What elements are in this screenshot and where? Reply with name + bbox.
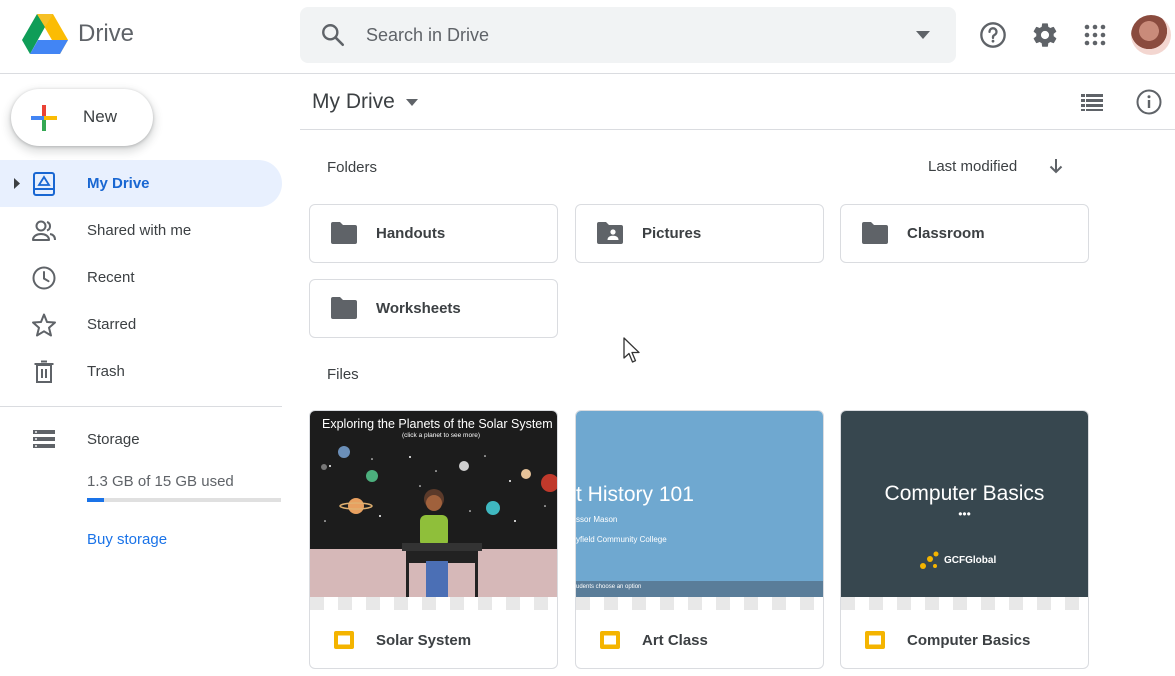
sidebar-item-trash[interactable]: Trash — [0, 348, 282, 395]
thumbnail-edge — [310, 597, 557, 610]
folder-card[interactable]: Classroom — [840, 204, 1089, 263]
main-divider — [300, 129, 1175, 130]
gcfglobal-logo-icon — [920, 551, 939, 569]
page-title[interactable]: My Drive — [312, 90, 395, 114]
thumbnail-edge — [841, 597, 1088, 610]
storage-used-text: 1.3 GB of 15 GB used — [87, 473, 234, 490]
drive-logo-icon[interactable] — [22, 14, 68, 54]
app-header: Drive — [0, 0, 1175, 74]
file-thumbnail: Exploring the Planets of the Solar Syste… — [310, 411, 557, 597]
sidebar-item-shared[interactable]: Shared with me — [0, 207, 282, 254]
sidebar-item-label: Starred — [87, 316, 137, 333]
folder-name: Classroom — [907, 225, 985, 242]
sort-direction-icon[interactable] — [1046, 156, 1066, 176]
sidebar-item-recent[interactable]: Recent — [0, 254, 282, 301]
folder-name: Worksheets — [376, 300, 461, 317]
folder-card[interactable]: Handouts — [309, 204, 558, 263]
thumbnail-line: yfield Community College — [576, 535, 667, 544]
chevron-down-icon[interactable] — [406, 99, 418, 106]
thumbnail-dots: ••• — [958, 507, 971, 521]
new-button[interactable]: New — [11, 89, 153, 146]
help-button[interactable] — [973, 15, 1013, 55]
sort-label[interactable]: Last modified — [928, 158, 1017, 175]
slides-icon — [865, 631, 885, 649]
thumbnail-logo-text: GCFGlobal — [944, 555, 997, 566]
slides-icon — [600, 631, 620, 649]
thumbnail-edge — [576, 597, 823, 610]
file-thumbnail: t History 101 ssor Mason yfield Communit… — [576, 411, 823, 597]
file-name: Art Class — [642, 632, 708, 649]
storage-progress-fill — [87, 498, 104, 502]
search-input[interactable] — [366, 21, 886, 49]
sidebar-item-label: My Drive — [87, 175, 150, 192]
expand-caret-icon[interactable] — [13, 178, 21, 189]
folder-name: Pictures — [642, 225, 702, 242]
star-icon — [32, 313, 56, 337]
search-options-icon[interactable] — [916, 31, 930, 39]
folder-icon — [331, 297, 357, 319]
file-card[interactable]: t History 101 ssor Mason yfield Communit… — [575, 410, 824, 669]
list-view-icon[interactable] — [1078, 88, 1106, 116]
folders-section-label: Folders — [327, 159, 378, 176]
app-name[interactable]: Drive — [78, 20, 134, 48]
sidebar-item-label: Trash — [87, 363, 125, 380]
search-icon[interactable] — [320, 22, 346, 48]
slides-icon — [334, 631, 354, 649]
folder-name: Handouts — [376, 225, 446, 242]
solar-system-illustration — [310, 446, 557, 597]
my-drive-icon — [33, 172, 55, 196]
plus-icon — [31, 105, 57, 131]
mouse-cursor-icon — [623, 337, 640, 363]
thumbnail-title: t History 101 — [576, 483, 694, 506]
shared-icon — [32, 220, 56, 241]
new-button-label: New — [83, 107, 118, 126]
sidebar-item-my-drive[interactable]: My Drive — [0, 160, 282, 207]
avatar[interactable] — [1131, 15, 1171, 55]
thumbnail-title: Computer Basics — [884, 482, 1045, 505]
folder-card[interactable]: Pictures — [575, 204, 824, 263]
info-icon[interactable] — [1134, 87, 1164, 117]
sidebar-item-starred[interactable]: Starred — [0, 301, 282, 348]
sidebar-item-label: Shared with me — [87, 222, 192, 239]
file-card[interactable]: Exploring the Planets of the Solar Syste… — [309, 410, 558, 669]
search-bar[interactable] — [300, 7, 956, 63]
folder-icon — [331, 222, 357, 244]
buy-storage-link[interactable]: Buy storage — [87, 531, 167, 548]
file-thumbnail: Computer Basics ••• GCFGlobal — [841, 411, 1088, 597]
settings-icon — [1033, 23, 1057, 47]
help-icon — [980, 22, 1006, 48]
sidebar-divider — [0, 406, 282, 407]
folder-icon — [862, 222, 888, 244]
storage-icon — [33, 430, 55, 448]
folder-card[interactable]: Worksheets — [309, 279, 558, 338]
file-name: Solar System — [376, 632, 472, 649]
settings-button[interactable] — [1025, 15, 1065, 55]
shared-folder-icon — [597, 222, 623, 244]
trash-icon — [34, 360, 54, 383]
sidebar-item-label: Recent — [87, 269, 135, 286]
clock-icon — [32, 266, 56, 290]
files-section-label: Files — [327, 366, 359, 383]
thumbnail-line: ssor Mason — [576, 515, 618, 524]
storage-progress-bar — [87, 498, 281, 502]
file-name: Computer Basics — [907, 632, 1031, 649]
file-card[interactable]: Computer Basics ••• GCFGlobal Computer B… — [840, 410, 1089, 669]
apps-button[interactable] — [1075, 15, 1115, 55]
thumbnail-footer: udents choose an option — [576, 584, 642, 590]
storage-label[interactable]: Storage — [87, 431, 140, 448]
apps-grid-icon — [1084, 24, 1106, 46]
